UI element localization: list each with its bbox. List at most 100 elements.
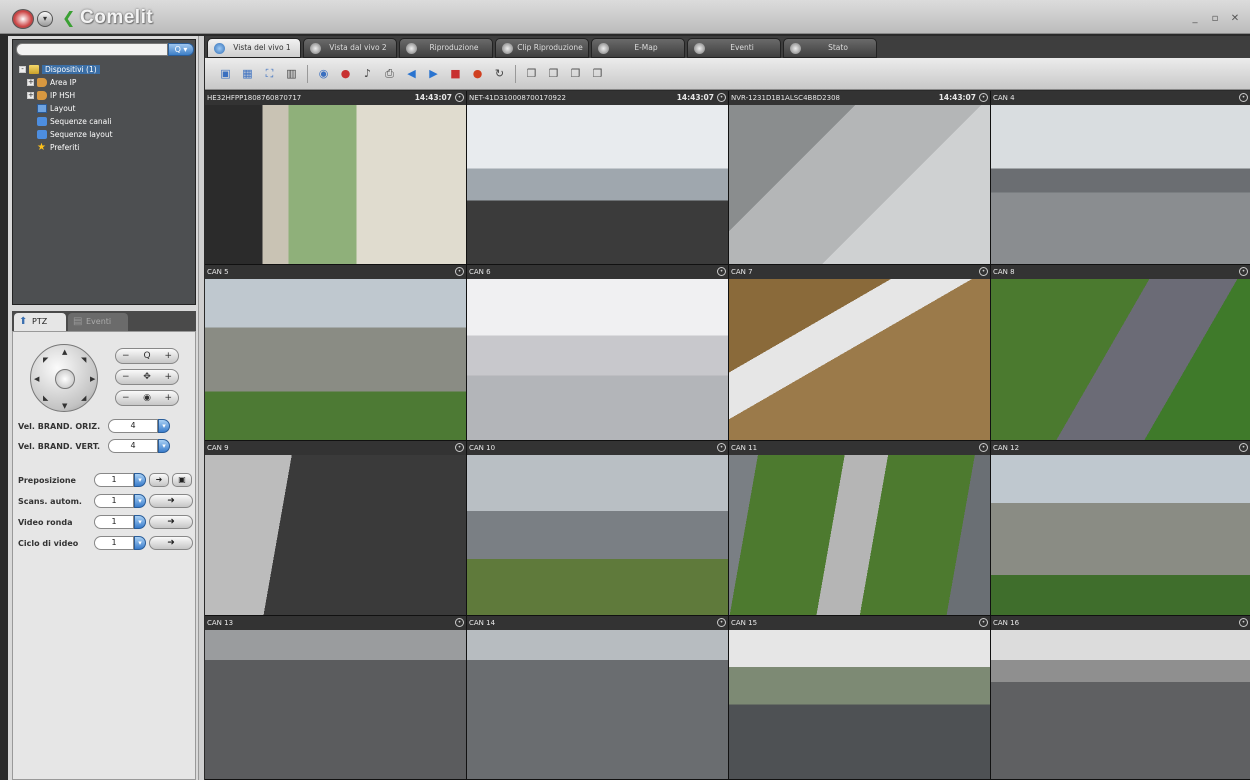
camera-status-icon[interactable]: •	[979, 267, 988, 276]
tab-3[interactable]: Clip Riproduzione	[495, 38, 589, 58]
tree-item[interactable]: Sequenze layout	[19, 128, 113, 141]
speed-vertical-field[interactable]: 4	[108, 439, 158, 453]
camera-status-icon[interactable]: •	[1239, 267, 1248, 276]
tree-expander-icon[interactable]: +	[27, 79, 34, 86]
tour-field[interactable]: 1	[94, 536, 134, 550]
tree-item[interactable]: ★ Preferiti	[19, 141, 113, 154]
focus-near-button[interactable]: −	[122, 372, 130, 382]
layout-custom-icon[interactable]: ▥	[283, 66, 300, 82]
camera-tile[interactable]: CAN 9 •	[205, 441, 466, 615]
camera-tile[interactable]: CAN 10 •	[467, 441, 728, 615]
tree-expander-icon[interactable]: -	[19, 66, 26, 73]
app-menu-button[interactable]: ▾	[37, 11, 53, 27]
camera-status-icon[interactable]: •	[455, 267, 464, 276]
tree-expander-icon[interactable]: +	[27, 92, 34, 99]
camera-tile[interactable]: CAN 11 •	[729, 441, 990, 615]
next-page-icon[interactable]: ▶	[425, 66, 442, 82]
search-input[interactable]	[16, 43, 168, 56]
camera-tile[interactable]: NVR-1231D1B1ALSC4B8D2308 14:43:07 •	[729, 91, 990, 264]
tab-0[interactable]: Vista del vivo 1	[207, 38, 301, 58]
zoom-out-button[interactable]: −	[122, 351, 130, 361]
camera-video-feed[interactable]	[729, 105, 990, 264]
capture-1-icon[interactable]: ❐	[523, 66, 540, 82]
tour-go-button[interactable]: ➜	[149, 536, 193, 550]
tree-item[interactable]: - Dispositivi (1)	[19, 63, 113, 76]
layout-4-icon[interactable]: ▦	[239, 66, 256, 82]
camera-tile[interactable]: CAN 5 •	[205, 265, 466, 440]
pan-down-right-icon[interactable]: ◢	[81, 394, 86, 402]
capture-3-icon[interactable]: ❐	[567, 66, 584, 82]
capture-2-icon[interactable]: ❐	[545, 66, 562, 82]
panel-splitter[interactable]	[198, 36, 204, 780]
speed-horizontal-field[interactable]: 4	[108, 419, 158, 433]
capture-4-icon[interactable]: ❐	[589, 66, 606, 82]
preset-go-button[interactable]: ➜	[149, 473, 169, 487]
pan-up-icon[interactable]: ▲	[62, 348, 67, 356]
speed-vertical-spin[interactable]: ▾	[158, 439, 170, 453]
patrol-field[interactable]: 1	[94, 515, 134, 529]
zoom-in-button[interactable]: +	[164, 351, 172, 361]
camera-tile[interactable]: CAN 12 •	[991, 441, 1250, 615]
camera-status-icon[interactable]: •	[979, 93, 988, 102]
tree-item[interactable]: Sequenze canali	[19, 115, 113, 128]
camera-tile[interactable]: CAN 13 •	[205, 616, 466, 779]
focus-far-button[interactable]: +	[164, 372, 172, 382]
camera-video-feed[interactable]	[205, 279, 466, 440]
camera-video-feed[interactable]	[205, 630, 466, 779]
camera-video-feed[interactable]	[467, 630, 728, 779]
pan-right-icon[interactable]: ▶	[90, 375, 95, 383]
search-button[interactable]: Q ▾	[168, 43, 194, 56]
tree-item[interactable]: + IP HSH	[19, 89, 113, 102]
camera-status-icon[interactable]: •	[979, 443, 988, 452]
preset-save-button[interactable]: ▣	[172, 473, 192, 487]
app-logo-icon[interactable]	[12, 9, 34, 29]
maximize-button[interactable]: ▫	[1208, 12, 1222, 25]
tab-1[interactable]: Vista dal vivo 2	[303, 38, 397, 58]
camera-tile[interactable]: CAN 16 •	[991, 616, 1250, 779]
camera-tile[interactable]: CAN 8 •	[991, 265, 1250, 440]
camera-video-feed[interactable]	[991, 279, 1250, 440]
camera-tile[interactable]: CAN 6 •	[467, 265, 728, 440]
camera-video-feed[interactable]	[991, 455, 1250, 615]
close-button[interactable]: ✕	[1228, 12, 1242, 25]
camera-tile[interactable]: NET-41D310008700170922 14:43:07 •	[467, 91, 728, 264]
camera-video-feed[interactable]	[205, 455, 466, 615]
tab-6[interactable]: Stato	[783, 38, 877, 58]
camera-status-icon[interactable]: •	[717, 443, 726, 452]
tab-2[interactable]: Riproduzione	[399, 38, 493, 58]
camera-video-feed[interactable]	[729, 630, 990, 779]
camera-status-icon[interactable]: •	[455, 93, 464, 102]
patrol-spin[interactable]: ▾	[134, 515, 146, 529]
layout-1-icon[interactable]: ▣	[217, 66, 234, 82]
pan-down-icon[interactable]: ▼	[62, 402, 67, 410]
camera-tile[interactable]: CAN 15 •	[729, 616, 990, 779]
camera-video-feed[interactable]	[991, 105, 1250, 264]
camera-status-icon[interactable]: •	[717, 618, 726, 627]
camera-status-icon[interactable]: •	[1239, 443, 1248, 452]
camera-video-feed[interactable]	[467, 279, 728, 440]
tab-4[interactable]: E-Map	[591, 38, 685, 58]
pan-up-left-icon[interactable]: ◤	[43, 356, 48, 364]
prev-page-icon[interactable]: ◀	[403, 66, 420, 82]
ptz-joystick[interactable]: ▲ ▼ ◀ ▶ ◤ ◥ ◣ ◢	[30, 344, 98, 412]
minimize-button[interactable]: _	[1188, 12, 1202, 25]
tab-ptz[interactable]: ⬆ PTZ	[14, 313, 66, 331]
preset-spin[interactable]: ▾	[134, 473, 146, 487]
camera-status-icon[interactable]: •	[717, 93, 726, 102]
tab-5[interactable]: Eventi	[687, 38, 781, 58]
tree-item[interactable]: Layout	[19, 102, 113, 115]
camera-status-icon[interactable]: •	[455, 443, 464, 452]
patrol-go-button[interactable]: ➜	[149, 515, 193, 529]
iris-close-button[interactable]: −	[122, 393, 130, 403]
speed-horizontal-spin[interactable]: ▾	[158, 419, 170, 433]
camera-tile[interactable]: HE32HFPP1808760870717 14:43:07 •	[205, 91, 466, 264]
alarm-icon[interactable]: ●	[469, 66, 486, 82]
scan-spin[interactable]: ▾	[134, 494, 146, 508]
record-icon[interactable]: ●	[337, 66, 354, 82]
camera-video-feed[interactable]	[467, 105, 728, 264]
camera-status-icon[interactable]: •	[455, 618, 464, 627]
camera-tile[interactable]: CAN 7 •	[729, 265, 990, 440]
camera-tile[interactable]: CAN 4 •	[991, 91, 1250, 264]
stop-all-icon[interactable]: ■	[447, 66, 464, 82]
camera-video-feed[interactable]	[205, 105, 466, 264]
